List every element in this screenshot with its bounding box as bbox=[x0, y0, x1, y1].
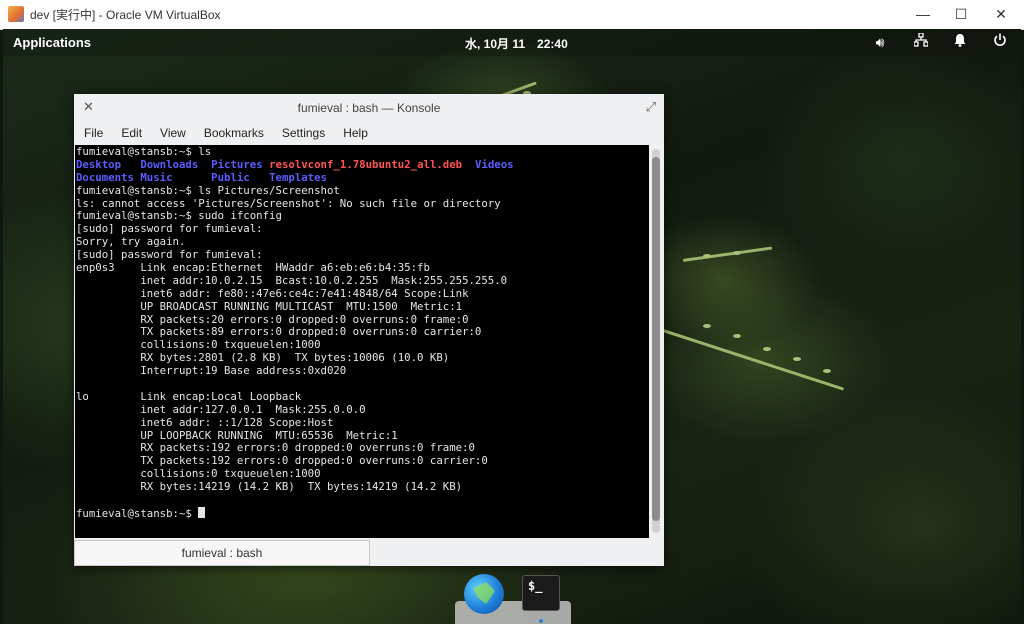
menu-settings[interactable]: Settings bbox=[272, 123, 333, 140]
tab-bash[interactable]: fumieval : bash bbox=[74, 540, 370, 566]
terminal-line: fumieval@stansb:~$ ls Pictures/Screensho… bbox=[76, 183, 340, 197]
clock-date: 水, 10月 11 bbox=[465, 37, 526, 51]
ls-entry: Downloads bbox=[140, 157, 199, 171]
terminal-output: fumieval@stansb:~$ ls Desktop Downloads P… bbox=[75, 145, 649, 520]
volume-icon[interactable]: 🔊︎ bbox=[871, 33, 889, 51]
virtualbox-titlebar: dev [実行中] - Oracle VM VirtualBox — ☐ ✕ bbox=[0, 0, 1024, 30]
tab-bar: fumieval : bash bbox=[74, 540, 664, 566]
terminal-line: fumieval@stansb:~$ bbox=[76, 506, 649, 520]
ls-entry: Desktop bbox=[76, 157, 122, 171]
menu-file[interactable]: File bbox=[74, 123, 111, 140]
menu-edit[interactable]: Edit bbox=[111, 123, 150, 140]
top-panel: Applications 水, 10月 11 22:40 🔊︎ bbox=[3, 29, 1021, 56]
terminal-line: enp0s3 Link encap:Ethernet HWaddr a6:eb:… bbox=[76, 261, 430, 275]
menu-bookmarks[interactable]: Bookmarks bbox=[194, 123, 272, 140]
terminal-line: inet6 addr: ::1/128 Scope:Host bbox=[76, 415, 334, 429]
power-icon[interactable] bbox=[991, 33, 1009, 51]
terminal-line: lo Link encap:Local Loopback bbox=[76, 389, 302, 403]
terminal-area[interactable]: fumieval@stansb:~$ ls Desktop Downloads P… bbox=[75, 145, 649, 538]
menu-help[interactable]: Help bbox=[333, 123, 376, 140]
applications-menu[interactable]: Applications bbox=[13, 35, 91, 50]
ls-entry: Public bbox=[211, 170, 250, 184]
active-indicator bbox=[539, 619, 543, 623]
terminal-line: inet addr:10.0.2.15 Bcast:10.0.2.255 Mas… bbox=[76, 273, 508, 287]
terminal-line: inet addr:127.0.0.1 Mask:255.0.0.0 bbox=[76, 402, 366, 416]
konsole-window: ✕ fumieval : bash — Konsole ⤢ File Edit Vi… bbox=[74, 94, 664, 566]
menu-view[interactable]: View bbox=[150, 123, 194, 140]
konsole-titlebar[interactable]: ✕ fumieval : bash — Konsole ⤢ bbox=[74, 94, 664, 122]
scrollbar-thumb[interactable] bbox=[652, 157, 660, 521]
clock[interactable]: 水, 10月 11 22:40 bbox=[465, 35, 580, 52]
terminal-line: RX bytes:14219 (14.2 KB) TX bytes:14219 … bbox=[76, 480, 463, 494]
terminal-line: inet6 addr: fe80::47e6:ce4c:7e41:4848/64… bbox=[76, 286, 469, 300]
terminal-scrollbar[interactable] bbox=[652, 149, 660, 533]
terminal-line: UP BROADCAST RUNNING MULTICAST MTU:1500 … bbox=[76, 299, 463, 313]
menubar: File Edit View Bookmarks Settings Help bbox=[74, 123, 664, 145]
terminal-line: Interrupt:19 Base address:0xd020 bbox=[76, 364, 347, 378]
virtualbox-app-icon bbox=[8, 6, 24, 22]
ls-entry: Videos bbox=[475, 157, 514, 171]
network-icon[interactable] bbox=[912, 32, 930, 51]
maximize-icon[interactable]: ⤢ bbox=[646, 99, 656, 115]
ls-entry: Pictures bbox=[211, 157, 263, 171]
terminal-icon[interactable]: $_ bbox=[522, 575, 560, 611]
window-title: dev [実行中] - Oracle VM VirtualBox bbox=[30, 8, 221, 22]
ls-entry: Documents bbox=[76, 170, 134, 184]
konsole-title: fumieval : bash — Konsole bbox=[297, 101, 441, 115]
ls-entry: Templates bbox=[269, 170, 327, 184]
ls-row: Documents Music Public Templates bbox=[76, 170, 649, 185]
browser-icon[interactable] bbox=[464, 574, 504, 614]
ls-entry: Music bbox=[140, 170, 173, 184]
vm-desktop: Applications 水, 10月 11 22:40 🔊︎ ✕ fumieva… bbox=[3, 29, 1021, 624]
text-cursor bbox=[198, 506, 206, 518]
ls-entry: resolvconf_1.78ubuntu2_all.deb bbox=[269, 157, 463, 171]
close-button[interactable]: ✕ bbox=[978, 0, 1024, 29]
clock-time: 22:40 bbox=[537, 37, 568, 51]
notifications-icon[interactable] bbox=[951, 33, 969, 51]
